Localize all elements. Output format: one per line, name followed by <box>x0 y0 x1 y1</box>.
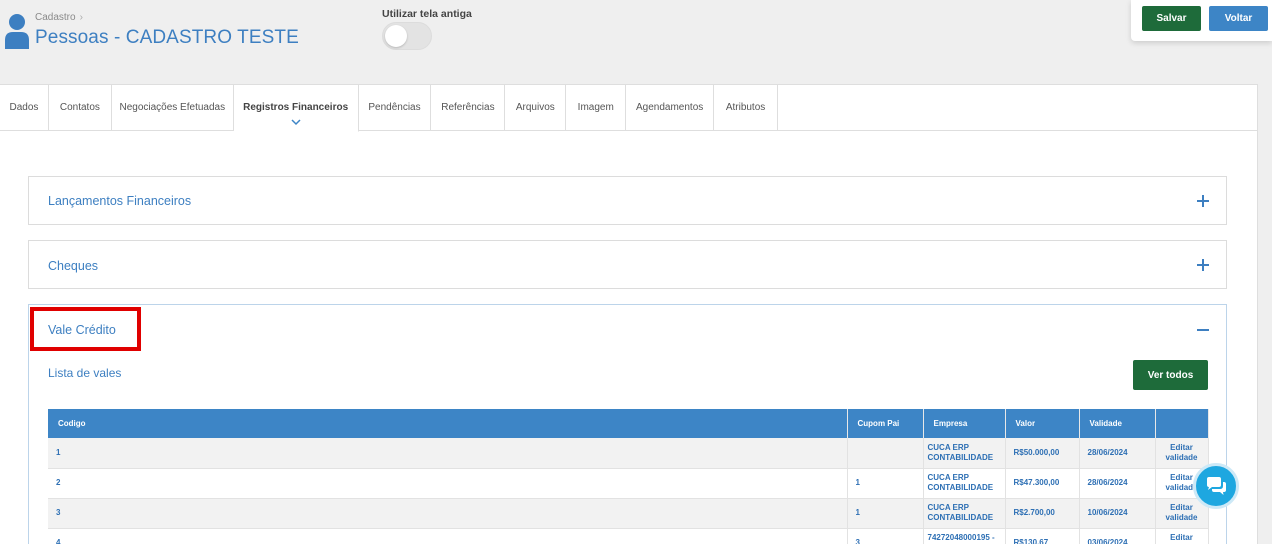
table-row: 3 1 CUCA ERP CONTABILIDADE R$2.700,00 10… <box>48 498 1209 529</box>
panel-title[interactable]: Cheques <box>48 259 98 273</box>
tab-arquivos[interactable]: Arquivos <box>505 85 567 131</box>
tab-label: Negociações Efetuadas <box>119 101 226 113</box>
page-header: Cadastro › Pessoas - CADASTRO TESTE Utili… <box>0 0 1272 84</box>
save-button[interactable]: Salvar <box>1142 6 1201 31</box>
table-header-row: Codigo Cupom Pai Empresa Valor Validade <box>48 409 1209 438</box>
tab-agendamentos[interactable]: Agendamentos <box>626 85 715 131</box>
back-button[interactable]: Voltar <box>1209 6 1268 31</box>
tab-label: Pendências <box>368 101 421 113</box>
col-validade[interactable]: Validade <box>1079 409 1156 438</box>
cell-cupom-pai: 1 <box>847 468 924 499</box>
edit-validity-link[interactable]: Editar validade <box>1155 438 1209 469</box>
tab-pendencias[interactable]: Pendências <box>359 85 432 131</box>
cell-empresa: CUCA ERP CONTABILIDADE <box>923 498 1006 529</box>
cell-empresa: 74272048000195 - CUCA ERP <box>923 528 1006 544</box>
toggle-knob <box>385 25 407 47</box>
panel-title[interactable]: Lançamentos Financeiros <box>48 194 191 208</box>
chevron-down-icon <box>291 119 301 126</box>
col-empresa[interactable]: Empresa <box>923 409 1006 438</box>
table-row: 2 1 CUCA ERP CONTABILIDADE R$47.300,00 2… <box>48 468 1209 499</box>
tab-label: Arquivos <box>515 101 555 113</box>
cell-valor: R$50.000,00 <box>1005 438 1080 469</box>
edit-validity-link[interactable]: Editar validade <box>1155 528 1209 544</box>
chat-icon <box>1207 477 1226 495</box>
breadcrumb-cadastro[interactable]: Cadastro <box>35 12 76 23</box>
user-icon <box>5 14 29 49</box>
tab-label: Atributos <box>725 101 766 113</box>
tab-negociacoes[interactable]: Negociações Efetuadas <box>112 85 234 131</box>
cell-validade: 28/06/2024 <box>1079 438 1156 469</box>
cell-codigo: 1 <box>48 438 848 469</box>
old-screen-toggle-label: Utilizar tela antiga <box>382 8 472 20</box>
cell-codigo: 4 <box>48 528 848 544</box>
collapse-minus-icon[interactable] <box>1197 329 1209 331</box>
see-all-button[interactable]: Ver todos <box>1133 360 1208 390</box>
col-acoes <box>1155 409 1209 438</box>
tab-imagem[interactable]: Imagem <box>566 85 627 131</box>
page-title: Pessoas - CADASTRO TESTE <box>35 27 299 48</box>
col-cupom-pai[interactable]: Cupom Pai <box>847 409 924 438</box>
cell-cupom-pai: 1 <box>847 498 924 529</box>
cell-validade: 28/06/2024 <box>1079 468 1156 499</box>
tab-bar: Dados Contatos Negociações Efetuadas Reg… <box>0 85 779 132</box>
cell-valor: R$47.300,00 <box>1005 468 1080 499</box>
cell-empresa: CUCA ERP CONTABILIDADE <box>923 468 1006 499</box>
tab-atributos[interactable]: Atributos <box>714 85 779 131</box>
tab-dados[interactable]: Dados <box>0 85 49 131</box>
vale-list-label: Lista de vales <box>48 366 122 380</box>
cell-cupom-pai <box>847 438 924 469</box>
tab-referencias[interactable]: Referências <box>431 85 506 131</box>
panel-cheques[interactable]: Cheques <box>28 240 1227 289</box>
old-screen-toggle[interactable] <box>382 22 432 50</box>
tab-registros-financeiros[interactable]: Registros Financeiros <box>233 85 359 132</box>
tab-label: Registros Financeiros <box>243 101 349 113</box>
cell-validade: 03/06/2024 <box>1079 528 1156 544</box>
cell-empresa: CUCA ERP CONTABILIDADE <box>923 438 1006 469</box>
breadcrumb-separator: › <box>79 12 83 23</box>
expand-plus-icon[interactable] <box>1197 195 1209 207</box>
cell-valor: R$2.700,00 <box>1005 498 1080 529</box>
vale-table: Codigo Cupom Pai Empresa Valor Validade … <box>48 409 1209 544</box>
cell-valor: R$130,67 <box>1005 528 1080 544</box>
chat-button[interactable] <box>1193 463 1239 509</box>
cell-validade: 10/06/2024 <box>1079 498 1156 529</box>
action-bar: Salvar Voltar <box>1131 0 1272 41</box>
cell-cupom-pai: 3 <box>847 528 924 544</box>
breadcrumb[interactable]: Cadastro › <box>35 12 83 23</box>
expand-plus-icon[interactable] <box>1197 259 1209 271</box>
col-valor[interactable]: Valor <box>1005 409 1080 438</box>
cell-codigo: 2 <box>48 468 848 499</box>
col-codigo[interactable]: Codigo <box>48 409 848 438</box>
tab-label: Agendamentos <box>636 101 704 113</box>
tab-label: Dados <box>9 101 39 113</box>
tab-label: Referências <box>441 101 495 113</box>
tab-label: Contatos <box>59 101 100 113</box>
panel-lancamentos[interactable]: Lançamentos Financeiros <box>28 176 1227 225</box>
table-row: 4 3 74272048000195 - CUCA ERP R$130,67 0… <box>48 528 1209 544</box>
table-row: 1 CUCA ERP CONTABILIDADE R$50.000,00 28/… <box>48 438 1209 469</box>
cell-codigo: 3 <box>48 498 848 529</box>
tab-label: Imagem <box>577 101 614 113</box>
highlight-box <box>30 307 141 351</box>
tab-divider <box>778 130 1258 131</box>
tab-contatos[interactable]: Contatos <box>49 85 112 131</box>
